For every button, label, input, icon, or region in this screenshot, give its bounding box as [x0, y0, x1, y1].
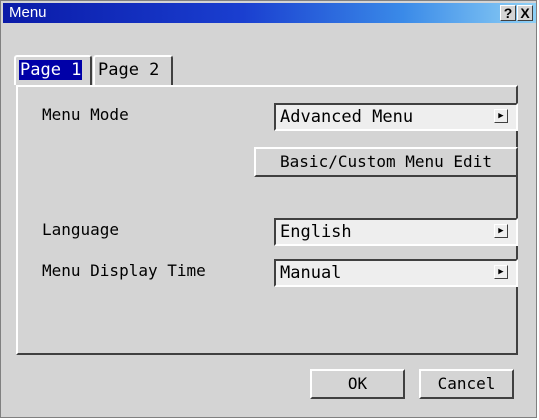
basic-custom-menu-edit-button[interactable]: Basic/Custom Menu Edit — [254, 147, 518, 177]
language-label: Language — [42, 220, 120, 239]
menu-display-time-select[interactable]: Manual ▶ — [274, 259, 518, 287]
window-title: Menu — [9, 4, 47, 21]
tab-page-2[interactable]: Page 2 — [93, 55, 173, 85]
close-button[interactable]: X — [517, 5, 533, 21]
menu-display-time-value: Manual — [280, 263, 342, 283]
menu-mode-select[interactable]: Advanced Menu ▶ — [274, 103, 518, 131]
tab-page-1-label: Page 1 — [19, 60, 83, 80]
menu-display-time-label: Menu Display Time — [42, 261, 206, 280]
ok-button[interactable]: OK — [310, 369, 405, 399]
dropdown-arrow-icon[interactable]: ▶ — [494, 109, 508, 123]
tab-page-1[interactable]: Page 1 — [14, 55, 92, 85]
help-button[interactable]: ? — [500, 5, 516, 21]
tab-page-2-label: Page 2 — [98, 60, 160, 80]
language-select[interactable]: English ▶ — [274, 218, 518, 246]
menu-dialog: Menu ? X Page 1 Page 2 Menu Mode Advance… — [0, 0, 537, 418]
language-value: English — [280, 222, 352, 242]
menu-mode-label: Menu Mode — [42, 105, 129, 124]
cancel-button[interactable]: Cancel — [419, 369, 514, 399]
dropdown-arrow-icon[interactable]: ▶ — [494, 265, 508, 279]
menu-mode-value: Advanced Menu — [280, 107, 414, 127]
dropdown-arrow-icon[interactable]: ▶ — [494, 224, 508, 238]
title-bar: Menu ? X — [3, 3, 536, 23]
